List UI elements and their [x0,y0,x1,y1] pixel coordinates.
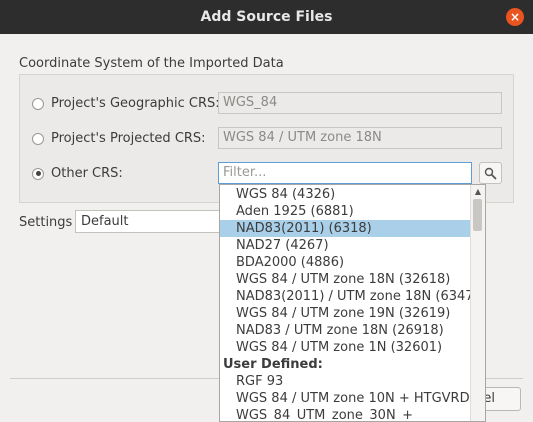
radio-button[interactable] [32,132,44,145]
radio-label-geographic: Project's Geographic CRS: [51,96,220,111]
settings-label: Settings [19,215,73,230]
search-button[interactable] [479,162,502,184]
scroll-up-icon[interactable]: ▲ [471,186,485,198]
geographic-crs-field: WGS_84 [218,92,502,114]
dropdown-item[interactable]: NAD83 / UTM zone 18N (26918) [220,322,472,339]
dropdown-item[interactable]: WGS 84 / UTM zone 10N + HTGVRDBC0 [220,390,472,407]
dropdown-item[interactable]: RGF 93 [220,373,472,390]
dropdown-item[interactable]: WGS_84_UTM_zone_30N_+_ [220,407,472,421]
crs-dropdown-list[interactable]: WGS 84 (4326) Aden 1925 (6881) NAD83(201… [219,184,486,422]
dropdown-item[interactable]: BDA2000 (4886) [220,254,472,271]
dropdown-item[interactable]: NAD83(2011) / UTM zone 18N (6347) [220,288,472,305]
dropdown-item[interactable]: Aden 1925 (6881) [220,203,472,220]
radio-button[interactable] [32,97,44,110]
radio-projected-crs[interactable]: Project's Projected CRS: [32,131,206,146]
dropdown-item[interactable]: WGS 84 / UTM zone 19N (32619) [220,305,472,322]
user-defined-header: User Defined: [223,357,323,372]
search-icon [484,167,497,179]
dropdown-item[interactable]: WGS 84 (4326) [220,186,472,203]
radio-label-other: Other CRS: [51,166,123,181]
dropdown-item-selected[interactable]: NAD83(2011) (6318) [220,220,472,237]
title-bar: Add Source Files × [0,0,533,34]
dropdown-item[interactable]: WGS 84 / UTM zone 18N (32618) [220,271,472,288]
radio-label-projected: Project's Projected CRS: [51,131,206,146]
projected-crs-field: WGS 84 / UTM zone 18N [218,127,502,149]
window-title: Add Source Files [200,9,333,25]
crs-filter-input[interactable]: Filter... [218,162,472,184]
scrollbar-thumb[interactable] [473,199,482,231]
dropdown-item[interactable]: WGS 84 / UTM zone 1N (32601) [220,339,472,356]
dropdown-scrollbar[interactable]: ▲ [470,185,485,421]
radio-geographic-crs[interactable]: Project's Geographic CRS: [32,96,220,111]
close-icon[interactable]: × [506,8,524,26]
radio-button-checked[interactable] [32,167,44,180]
dropdown-item[interactable]: NAD27 (4267) [220,237,472,254]
settings-select[interactable]: Default [75,210,235,233]
radio-other-crs[interactable]: Other CRS: [32,166,123,181]
crs-section-title: Coordinate System of the Imported Data [19,56,284,71]
